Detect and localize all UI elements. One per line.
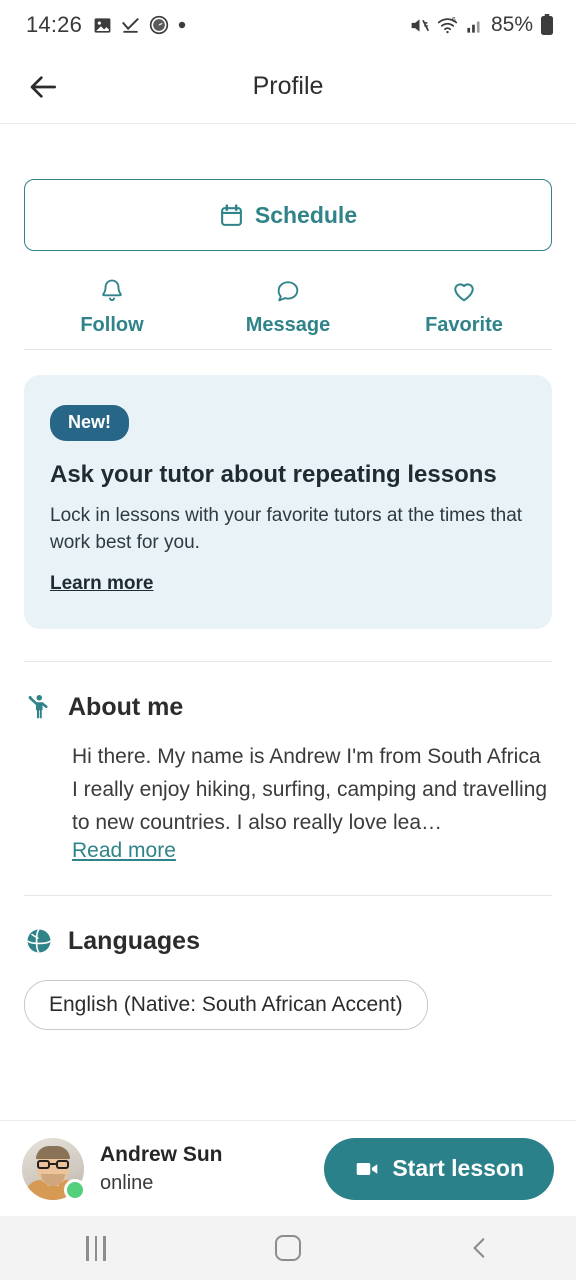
online-indicator xyxy=(64,1178,86,1201)
about-me-text: Hi there. My name is Andrew I'm from Sou… xyxy=(72,745,548,834)
tutor-status: online xyxy=(100,1171,154,1194)
language-chip[interactable]: English (Native: South African Accent) xyxy=(24,980,428,1030)
recents-icon xyxy=(86,1235,106,1261)
status-bar-notification-icons xyxy=(93,15,186,35)
download-complete-icon xyxy=(121,16,140,35)
arrow-left-icon xyxy=(28,71,60,103)
home-button[interactable] xyxy=(192,1235,384,1261)
battery-icon xyxy=(540,14,554,36)
bottom-action-bar: Andrew Sun online Start lesson xyxy=(0,1120,576,1216)
status-bar: 14:26 6 85% xyxy=(0,0,576,50)
avatar[interactable] xyxy=(22,1137,86,1201)
wifi-6-icon: 6 xyxy=(437,15,458,36)
profile-content: Schedule Follow Message Favorite New! As… xyxy=(0,124,576,1120)
status-badge: New! xyxy=(50,405,130,441)
nav-back-button[interactable] xyxy=(384,1235,576,1261)
promo-title: Ask your tutor about repeating lessons xyxy=(50,461,497,488)
dot-icon xyxy=(178,21,186,29)
battery-percent-label: 85% xyxy=(490,13,533,36)
schedule-section: Schedule xyxy=(0,124,576,251)
status-bar-system-icons: 6 85% xyxy=(409,13,554,37)
globe-icon xyxy=(24,926,54,956)
start-lesson-button[interactable]: Start lesson xyxy=(324,1137,554,1200)
back-button[interactable] xyxy=(22,65,66,109)
screen-record-icon xyxy=(149,15,169,35)
video-camera-icon xyxy=(354,1156,380,1182)
page-title: Profile xyxy=(252,72,324,100)
image-icon xyxy=(93,16,112,35)
action-message[interactable]: Message xyxy=(200,277,376,337)
svg-text:6: 6 xyxy=(452,17,456,24)
mute-icon xyxy=(409,15,430,36)
languages-title: Languages xyxy=(68,926,200,955)
status-bar-time: 14:26 xyxy=(26,12,83,37)
languages-section: Languages English (Native: South African… xyxy=(0,896,576,1030)
action-favorite-label: Favorite xyxy=(425,314,503,336)
schedule-button-label: Schedule xyxy=(254,201,358,228)
promo-card[interactable]: New! Ask your tutor about repeating less… xyxy=(24,375,552,629)
action-favorite[interactable]: Favorite xyxy=(376,277,552,337)
home-icon xyxy=(275,1235,301,1261)
action-follow-label: Follow xyxy=(80,314,144,336)
tutor-name: Andrew Sun xyxy=(100,1142,223,1166)
android-nav-bar xyxy=(0,1216,576,1280)
about-me-title: About me xyxy=(68,692,184,721)
promo-body: Lock in lessons with your favorite tutor… xyxy=(50,505,523,553)
heart-icon xyxy=(450,277,478,305)
languages-header: Languages xyxy=(24,926,552,956)
app-header: Profile xyxy=(0,50,576,124)
recents-button[interactable] xyxy=(0,1235,192,1261)
action-follow[interactable]: Follow xyxy=(24,277,200,337)
cellular-signal-icon xyxy=(465,16,484,35)
promo-learn-more-link[interactable]: Learn more xyxy=(50,573,153,595)
bell-icon xyxy=(98,277,126,305)
phone-screen: 14:26 6 85% Profile Schedule Follow Mess… xyxy=(0,0,576,1280)
tutor-identity: Andrew Sun online xyxy=(100,1143,223,1195)
start-lesson-label: Start lesson xyxy=(392,1155,524,1181)
schedule-button[interactable]: Schedule xyxy=(24,179,552,251)
profile-actions: Follow Message Favorite xyxy=(24,277,552,350)
waving-person-icon xyxy=(24,692,54,722)
about-me-read-more-link[interactable]: Read more xyxy=(72,839,176,862)
about-me-section: About me Hi there. My name is Andrew I'm… xyxy=(0,662,576,863)
avatar-glasses xyxy=(37,1159,69,1169)
about-me-header: About me xyxy=(24,692,552,722)
back-icon xyxy=(467,1235,493,1261)
calendar-icon xyxy=(219,203,244,228)
action-message-label: Message xyxy=(245,314,331,336)
chat-bubble-icon xyxy=(274,277,302,305)
